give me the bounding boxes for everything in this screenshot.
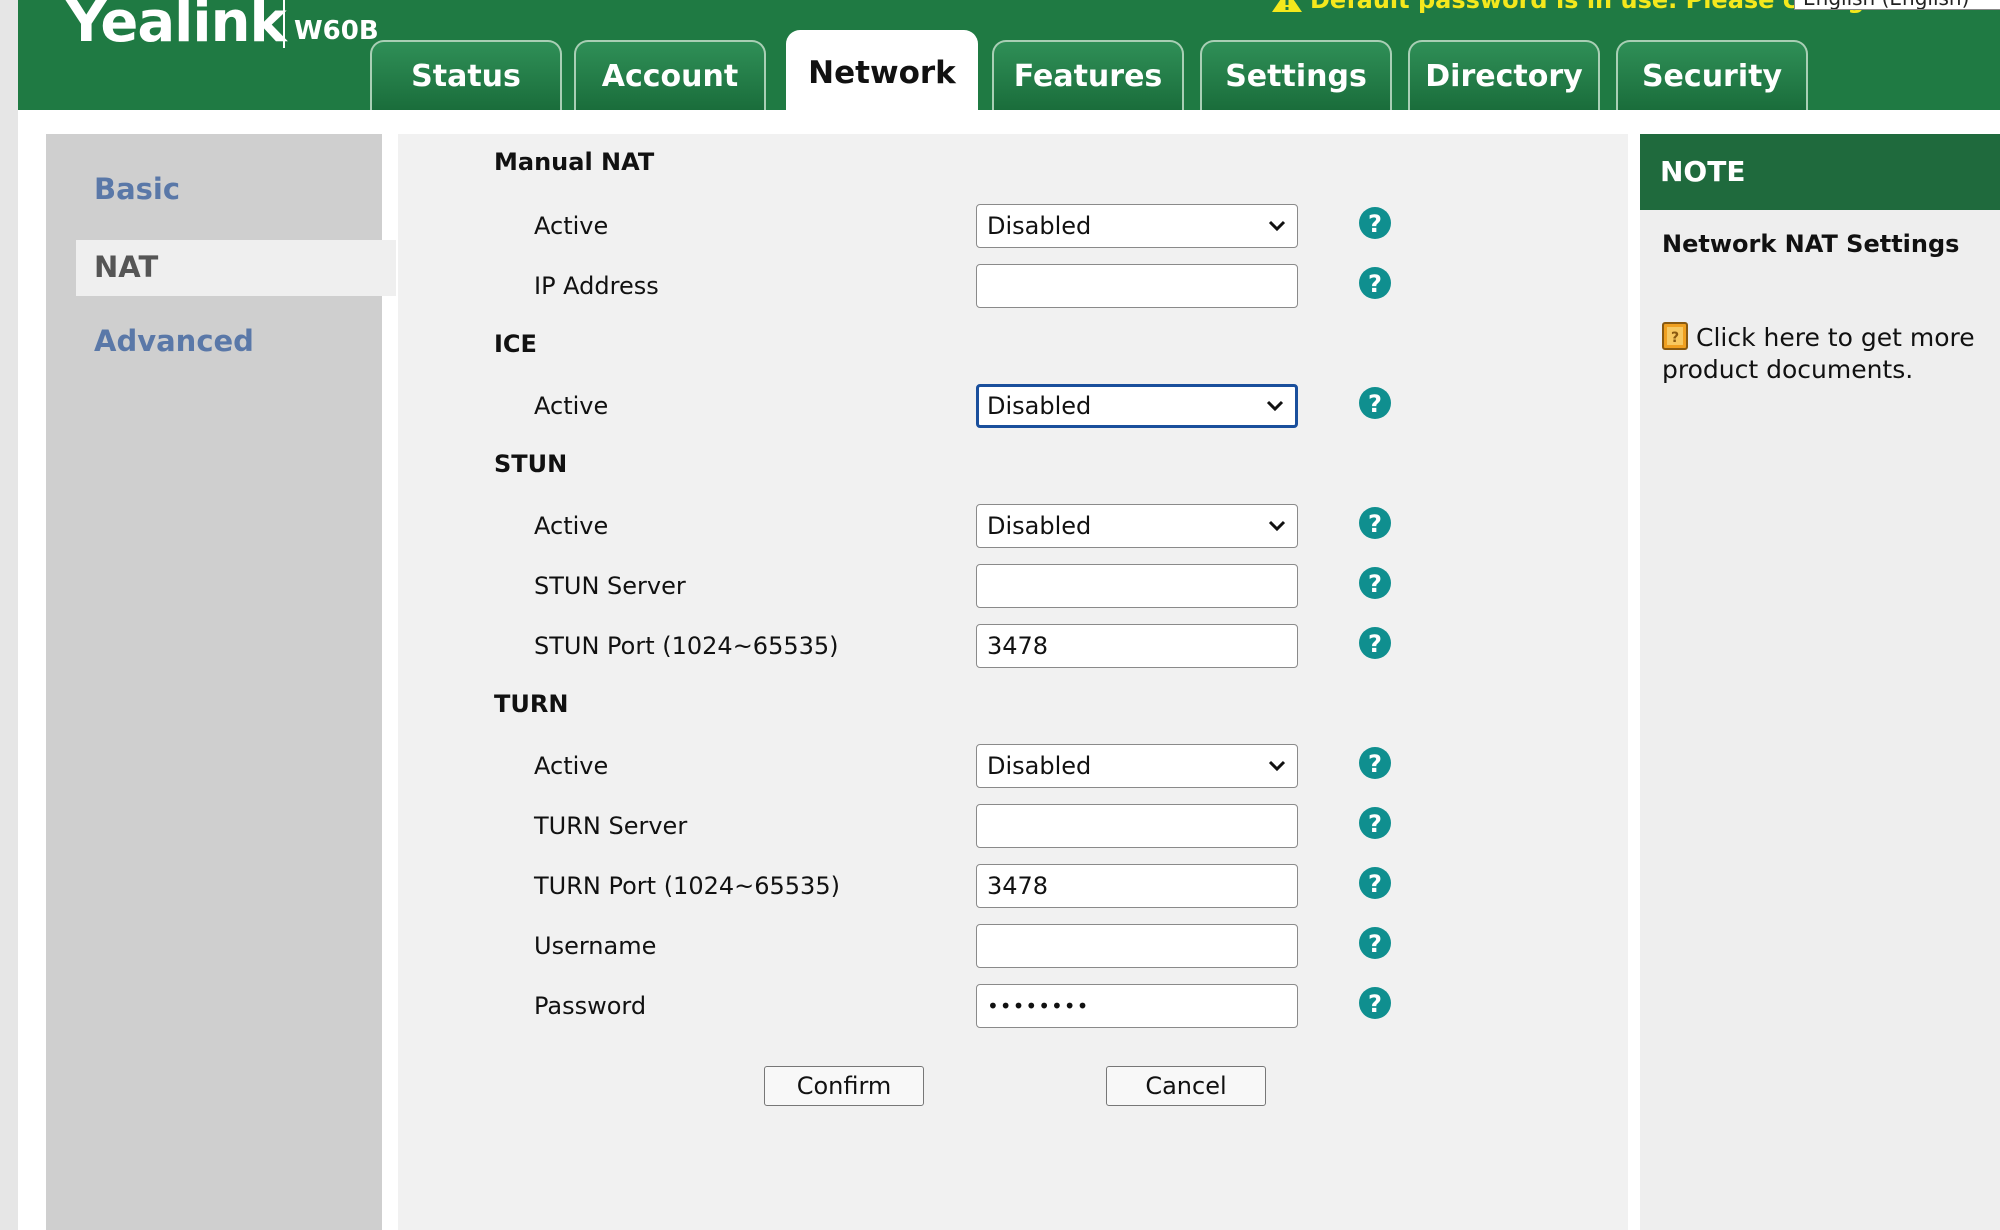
brand-logo: Yealink — [66, 0, 287, 55]
tab-network[interactable]: Network — [786, 30, 978, 112]
help-icon[interactable]: ? — [1358, 806, 1392, 840]
tab-security[interactable]: Security — [1616, 40, 1808, 110]
turn-username-input[interactable] — [976, 924, 1298, 968]
sidebar-item-nat[interactable]: NAT — [94, 250, 158, 284]
manual-nat-active-value: Disabled — [987, 212, 1092, 240]
sidebar-item-basic[interactable]: Basic — [94, 172, 180, 206]
svg-text:?: ? — [1368, 630, 1382, 658]
ice-active-value: Disabled — [987, 392, 1092, 420]
help-icon[interactable]: ? — [1358, 386, 1392, 420]
svg-text:?: ? — [1368, 930, 1382, 958]
tab-status[interactable]: Status — [370, 40, 562, 110]
turn-port-label: TURN Port (1024~65535) — [534, 872, 840, 900]
svg-text:?: ? — [1368, 810, 1382, 838]
svg-text:?: ? — [1368, 390, 1382, 418]
svg-text:?: ? — [1368, 570, 1382, 598]
sidebar: Basic NAT Advanced — [46, 134, 396, 1230]
stun-server-label: STUN Server — [534, 572, 686, 600]
sidebar-item-advanced[interactable]: Advanced — [94, 324, 254, 358]
turn-active-select[interactable]: Disabled — [976, 744, 1298, 788]
cancel-button[interactable]: Cancel — [1106, 1066, 1266, 1106]
svg-text:?: ? — [1368, 870, 1382, 898]
section-stun: STUN — [494, 450, 568, 478]
help-icon[interactable]: ? — [1358, 506, 1392, 540]
section-ice: ICE — [494, 330, 537, 358]
svg-text:?: ? — [1368, 750, 1382, 778]
svg-text:?: ? — [1368, 270, 1382, 298]
ice-active-label: Active — [534, 392, 609, 420]
help-icon[interactable]: ? — [1358, 866, 1392, 900]
manual-nat-active-label: Active — [534, 212, 609, 240]
tab-settings[interactable]: Settings — [1200, 40, 1392, 110]
help-icon[interactable]: ? — [1358, 206, 1392, 240]
chevron-down-icon — [1268, 220, 1286, 232]
svg-text:?: ? — [1368, 990, 1382, 1018]
stun-port-label: STUN Port (1024~65535) — [534, 632, 839, 660]
section-turn: TURN — [494, 690, 569, 718]
turn-username-label: Username — [534, 932, 657, 960]
tab-features[interactable]: Features — [992, 40, 1184, 110]
manual-nat-active-select[interactable]: Disabled — [976, 204, 1298, 248]
svg-text:?: ? — [1368, 210, 1382, 238]
language-select[interactable]: English (English) — [1794, 0, 2000, 10]
help-icon[interactable]: ? — [1358, 746, 1392, 780]
stun-server-input[interactable] — [976, 564, 1298, 608]
product-documents-link[interactable]: ? Click here to get more product documen… — [1662, 322, 1982, 386]
chevron-down-icon — [1266, 400, 1284, 412]
turn-active-label: Active — [534, 752, 609, 780]
chevron-down-icon — [1268, 760, 1286, 772]
svg-text:?: ? — [1368, 510, 1382, 538]
tab-account[interactable]: Account — [574, 40, 766, 110]
document-icon: ? — [1662, 322, 1688, 350]
ice-active-select[interactable]: Disabled — [976, 384, 1298, 428]
stun-port-input[interactable]: 3478 — [976, 624, 1298, 668]
model-name: W60B — [294, 16, 379, 46]
help-icon[interactable]: ? — [1358, 926, 1392, 960]
turn-port-input[interactable]: 3478 — [976, 864, 1298, 908]
turn-server-input[interactable] — [976, 804, 1298, 848]
note-heading: NOTE — [1640, 134, 2000, 210]
tab-directory[interactable]: Directory — [1408, 40, 1600, 110]
stun-active-label: Active — [534, 512, 609, 540]
turn-password-input[interactable]: •••••••• — [976, 984, 1298, 1028]
stun-active-select[interactable]: Disabled — [976, 504, 1298, 548]
nat-settings-form: Manual NAT Active Disabled ? IP Address … — [398, 134, 1628, 1230]
header-bar: Yealink W60B Default password is in use.… — [18, 0, 2000, 112]
product-documents-text: Click here to get more product documents… — [1662, 323, 1975, 384]
stun-active-value: Disabled — [987, 512, 1092, 540]
turn-password-label: Password — [534, 992, 647, 1020]
manual-nat-ip-label: IP Address — [534, 272, 659, 300]
help-icon[interactable]: ? — [1358, 566, 1392, 600]
confirm-button[interactable]: Confirm — [764, 1066, 924, 1106]
help-icon[interactable]: ? — [1358, 266, 1392, 300]
help-icon[interactable]: ? — [1358, 626, 1392, 660]
chevron-down-icon — [1268, 520, 1286, 532]
svg-text:?: ? — [1671, 330, 1679, 346]
logo-separator — [283, 0, 285, 48]
warning-icon — [1272, 0, 1302, 12]
note-panel: NOTE Network NAT Settings ? Click here t… — [1640, 134, 2000, 1230]
turn-server-label: TURN Server — [534, 812, 688, 840]
section-manual-nat: Manual NAT — [494, 148, 655, 176]
help-icon[interactable]: ? — [1358, 986, 1392, 1020]
manual-nat-ip-input[interactable] — [976, 264, 1298, 308]
note-title: Network NAT Settings — [1662, 230, 1960, 258]
left-edge — [0, 0, 18, 1230]
turn-active-value: Disabled — [987, 752, 1092, 780]
